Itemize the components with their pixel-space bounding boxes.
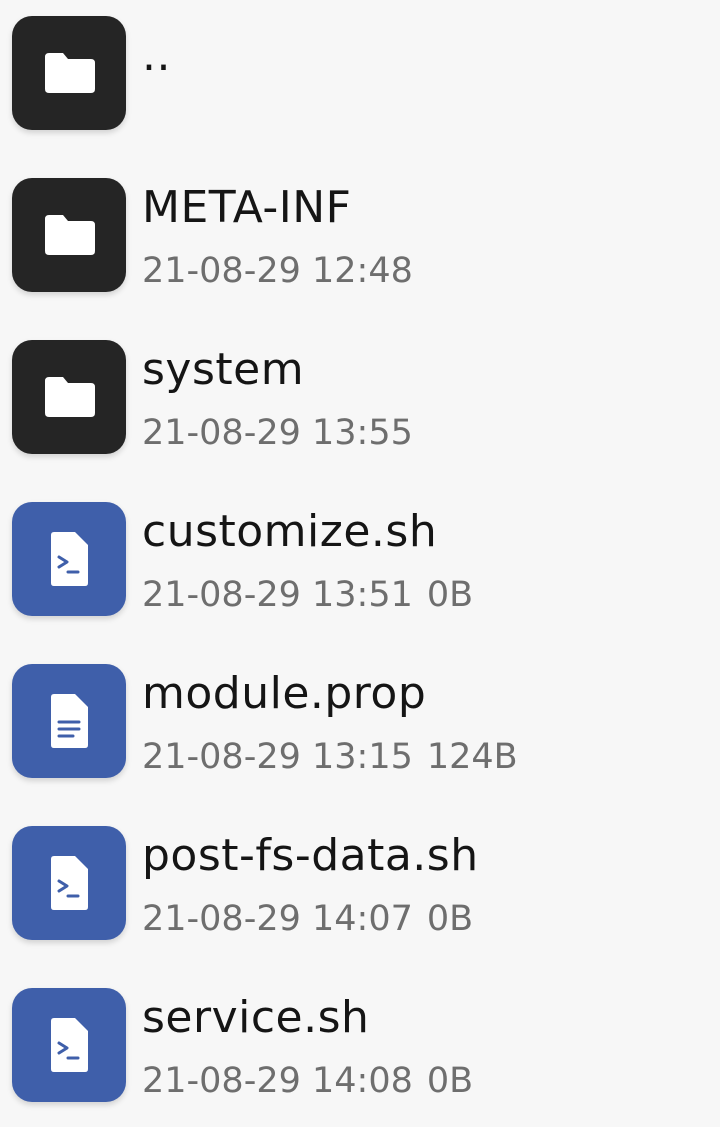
file-date: 21-08-29 14:07 xyxy=(142,899,413,939)
file-size: 0B xyxy=(426,1061,474,1101)
file-name: module.prop xyxy=(142,668,427,719)
list-item-meta-inf[interactable]: META-INF 21-08-29 12:48 xyxy=(0,162,720,302)
text-file-icon xyxy=(12,664,126,778)
list-item-system[interactable]: system 21-08-29 13:55 xyxy=(0,324,720,464)
list-item-service-sh[interactable]: service.sh 21-08-29 14:08 0B xyxy=(0,972,720,1112)
folder-icon xyxy=(12,340,126,454)
file-size: 0B xyxy=(426,899,474,939)
list-item-module-prop[interactable]: module.prop 21-08-29 13:15 124B xyxy=(0,648,720,788)
file-name: system xyxy=(142,344,305,395)
list-item-customize-sh[interactable]: customize.sh 21-08-29 13:51 0B xyxy=(0,486,720,626)
file-size: 124B xyxy=(426,737,518,777)
file-name: META-INF xyxy=(142,182,352,233)
file-meta: 21-08-29 13:55 xyxy=(142,412,413,454)
file-meta: 21-08-29 13:51 0B xyxy=(142,574,473,616)
file-meta: 21-08-29 13:15 124B xyxy=(142,736,518,778)
file-name: customize.sh xyxy=(142,506,438,557)
script-file-icon xyxy=(12,988,126,1102)
file-size: 0B xyxy=(426,575,474,615)
folder-icon xyxy=(12,178,126,292)
file-name: service.sh xyxy=(142,992,370,1043)
file-list: .. META-INF 21-08-29 12:48 system 21-08-… xyxy=(0,0,720,1127)
file-date: 21-08-29 13:51 xyxy=(142,575,413,615)
file-name: post-fs-data.sh xyxy=(142,830,479,881)
folder-icon xyxy=(12,16,126,130)
file-date: 21-08-29 12:48 xyxy=(142,251,413,291)
file-date: 21-08-29 13:15 xyxy=(142,737,413,777)
file-meta: 21-08-29 14:08 0B xyxy=(142,1060,473,1102)
script-file-icon xyxy=(12,826,126,940)
file-meta: 21-08-29 14:07 0B xyxy=(142,898,473,940)
list-item-post-fs-data-sh[interactable]: post-fs-data.sh 21-08-29 14:07 0B xyxy=(0,810,720,950)
file-date: 21-08-29 14:08 xyxy=(142,1061,413,1101)
file-name: .. xyxy=(142,30,171,81)
script-file-icon xyxy=(12,502,126,616)
file-meta: 21-08-29 12:48 xyxy=(142,250,413,292)
file-date: 21-08-29 13:55 xyxy=(142,413,413,453)
list-item-parent-directory[interactable]: .. xyxy=(0,0,720,140)
